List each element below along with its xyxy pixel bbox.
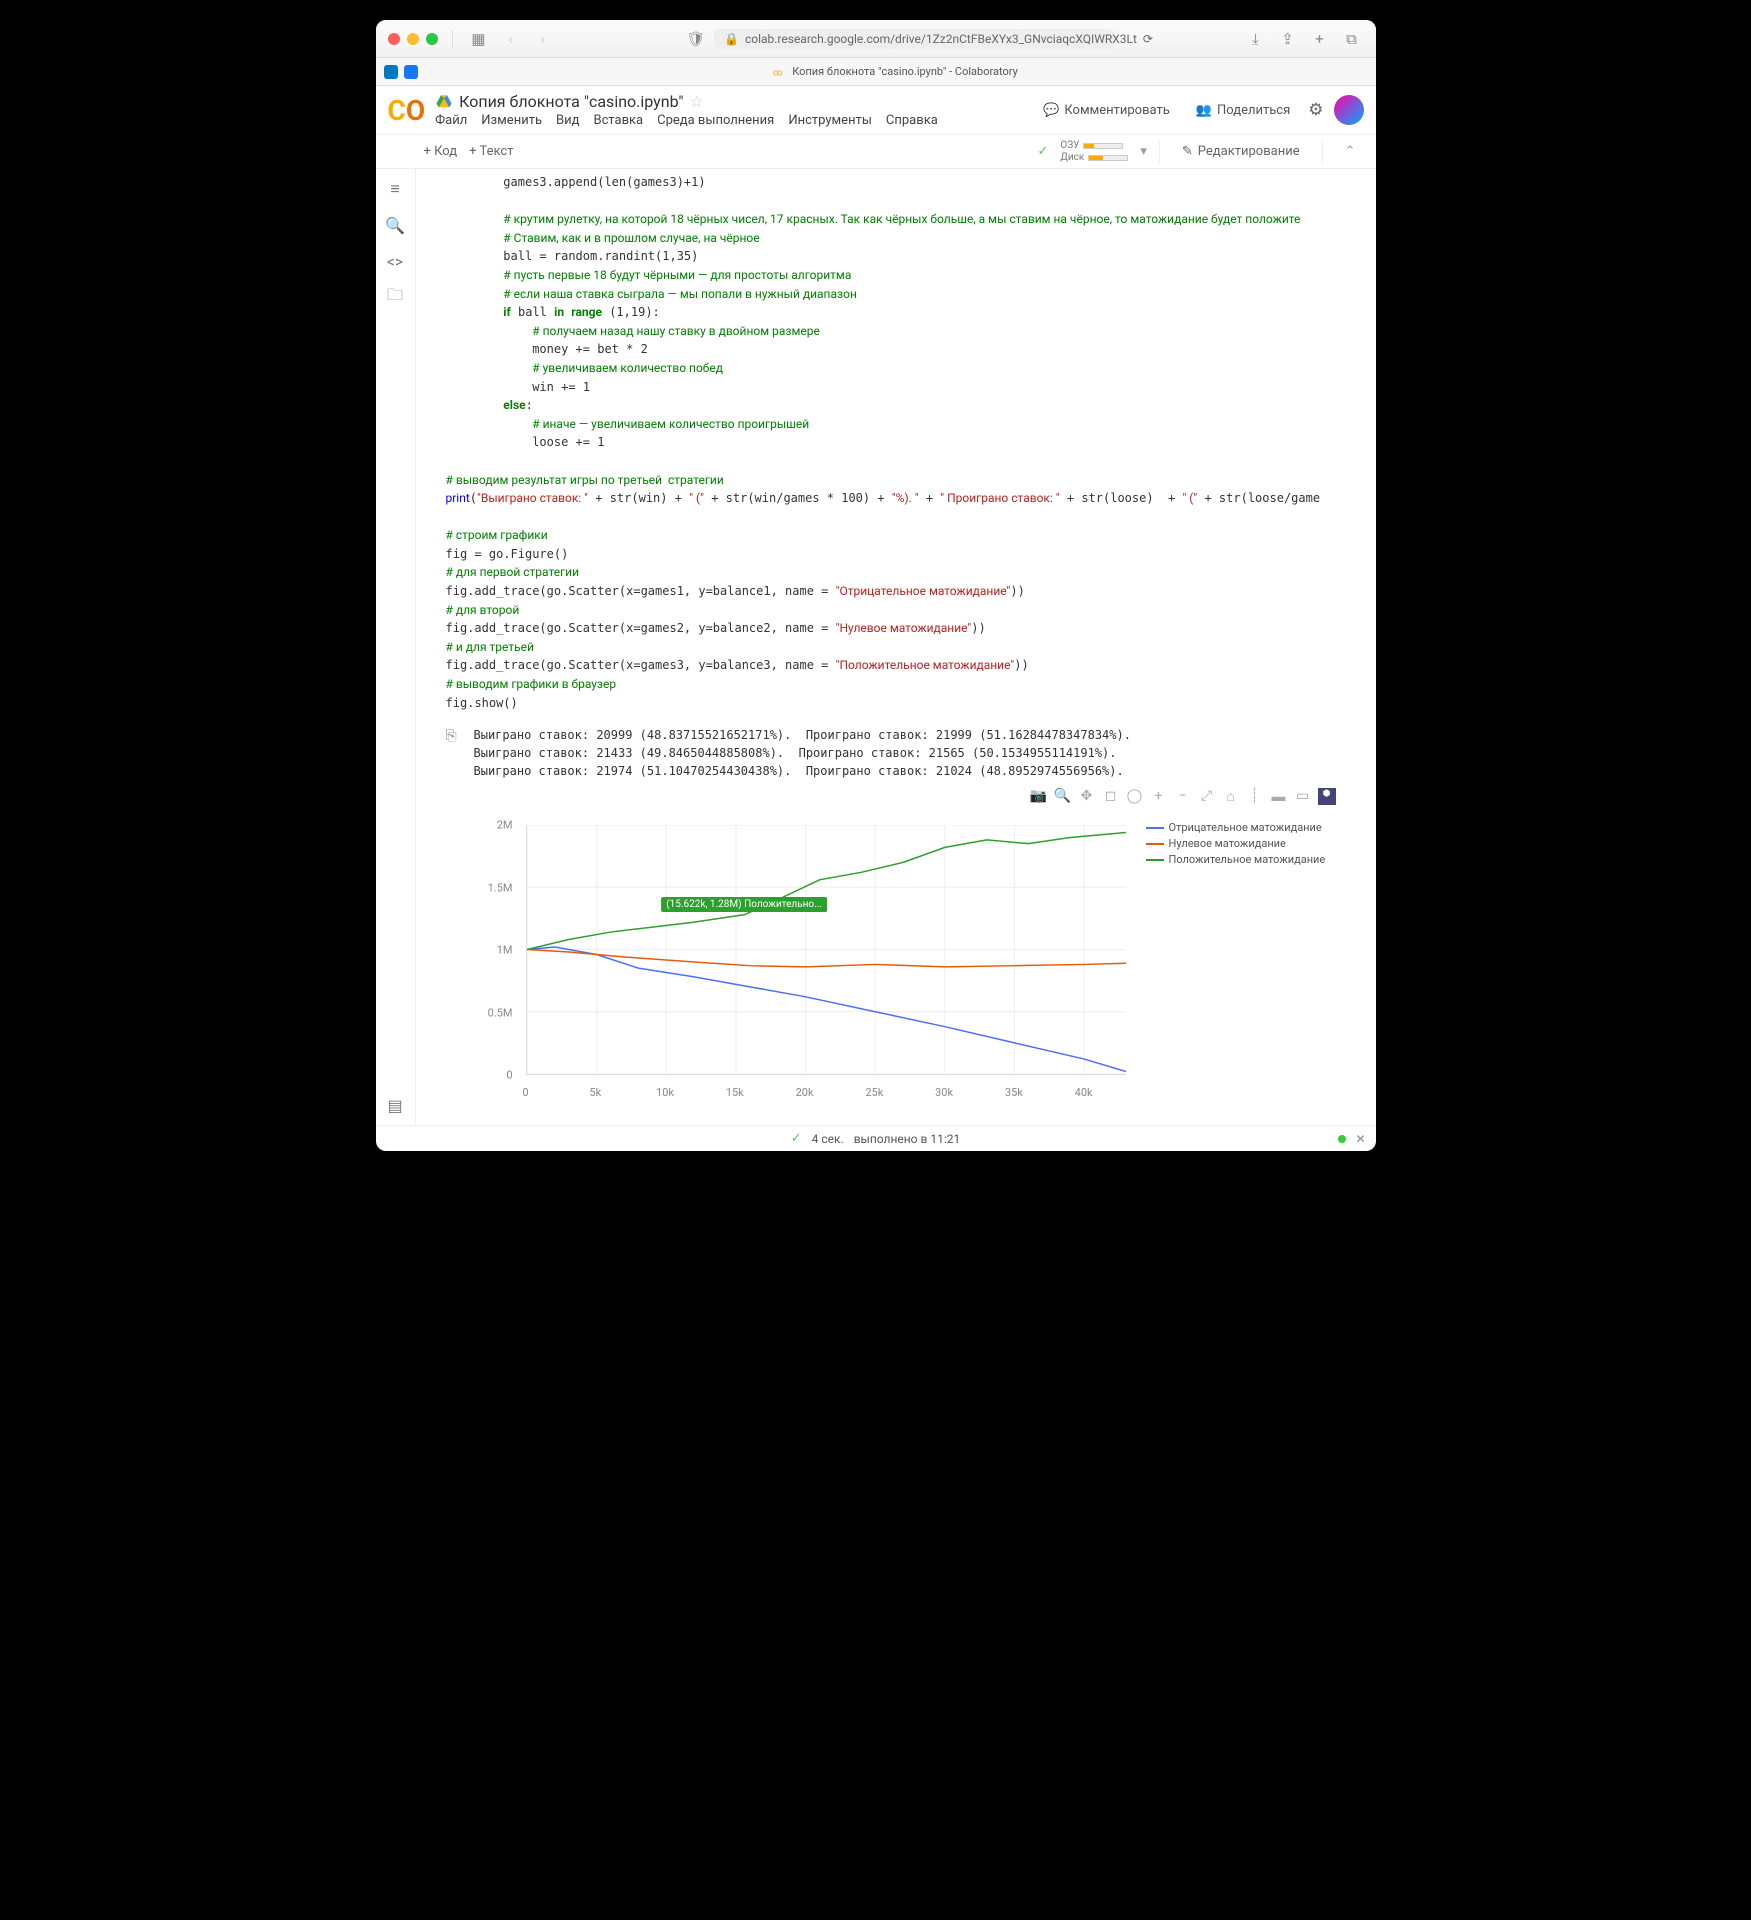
star-icon[interactable]: ☆	[689, 92, 703, 111]
settings-icon[interactable]: ⚙	[1308, 100, 1323, 120]
status-check-icon: ✓	[791, 1131, 802, 1146]
edit-mode-button[interactable]: ✎Редактирование	[1172, 140, 1310, 163]
user-avatar[interactable]	[1334, 95, 1364, 125]
autoscale-icon[interactable]: ⤢	[1198, 788, 1216, 805]
code-cell[interactable]: games3.append(len(games3)+1) # крутим ру…	[446, 173, 1376, 712]
menu-справка[interactable]: Справка	[886, 113, 938, 128]
url-bar[interactable]: 🔒 colab.research.google.com/drive/1Zz2nC…	[714, 29, 1114, 49]
zoomout-icon[interactable]: −	[1174, 788, 1192, 805]
output-icon[interactable]: ⎘	[446, 726, 466, 780]
zoomin-icon[interactable]: +	[1150, 788, 1168, 805]
people-icon: 👥	[1196, 103, 1212, 118]
document-title[interactable]: Копия блокнота "casino.ipynb"	[459, 92, 683, 111]
plotly-toolbar: 📷 🔍 ✥ ◻ ◯ + − ⤢ ⌂ ┊ ▬ ▭ ⬢	[416, 788, 1336, 805]
colab-logo-icon[interactable]: CO	[388, 94, 426, 127]
zoom-icon[interactable]: 🔍	[1054, 788, 1072, 805]
minimize-window-button[interactable]	[407, 33, 419, 45]
close-status-icon[interactable]: ✕	[1355, 1132, 1365, 1146]
colab-header: CO Копия блокнота "casino.ipynb" ☆ Файл И…	[376, 86, 1376, 135]
download-icon[interactable]: ⤓	[1244, 27, 1268, 51]
back-button[interactable]: ‹	[499, 27, 523, 51]
pan-icon[interactable]: ✥	[1078, 788, 1096, 805]
collapse-button[interactable]: ⌃	[1335, 140, 1366, 163]
menu-среда выполнения[interactable]: Среда выполнения	[657, 113, 774, 128]
status-bar: ✓ 4 сек. выполнено в 11:21 ✕	[376, 1125, 1376, 1151]
select-icon[interactable]: ◻	[1102, 788, 1120, 805]
maximize-window-button[interactable]	[426, 33, 438, 45]
url-text: colab.research.google.com/drive/1Zz2nCtF…	[745, 32, 1137, 46]
menu-инструменты[interactable]: Инструменты	[788, 113, 872, 128]
status-time: 4 сек.	[812, 1132, 844, 1146]
terminal-icon[interactable]: ▤	[385, 1095, 405, 1115]
shield-icon[interactable]: 🛡	[684, 27, 708, 51]
menu-вставка[interactable]: Вставка	[593, 113, 643, 128]
spike-icon[interactable]: ┊	[1246, 788, 1264, 805]
tab-bar: ∞ Копия блокнота "casino.ipynb" - Colabo…	[376, 58, 1376, 86]
hover-icon[interactable]: ▬	[1270, 788, 1288, 805]
plotly-logo-icon[interactable]: ⬢	[1318, 788, 1336, 805]
colab-toolbar: + Код + Текст ✓ ОЗУ Диск ▾ ✎Редактирован…	[376, 135, 1376, 169]
sidebar-toggle-icon[interactable]: ▦	[467, 27, 491, 51]
tabs-icon[interactable]: ⧉	[1340, 27, 1364, 51]
lock-icon: 🔒	[724, 32, 739, 46]
reset-icon[interactable]: ⌂	[1222, 788, 1240, 805]
lasso-icon[interactable]: ◯	[1126, 788, 1144, 805]
toc-icon[interactable]: ≡	[385, 179, 405, 199]
check-icon: ✓	[1037, 144, 1048, 159]
new-tab-icon[interactable]: +	[1308, 27, 1332, 51]
close-window-button[interactable]	[388, 33, 400, 45]
pinned-tab-2[interactable]	[404, 65, 418, 79]
chart-legend[interactable]: Отрицательное матожидание Нулевое матожид…	[1146, 815, 1326, 1105]
camera-icon[interactable]: 📷	[1030, 788, 1048, 805]
legend-item[interactable]: Отрицательное матожидание	[1146, 821, 1326, 834]
menu-изменить[interactable]: Изменить	[481, 113, 542, 128]
legend-item[interactable]: Положительное матожидание	[1146, 853, 1326, 866]
pinned-tab-1[interactable]	[384, 65, 398, 79]
kernel-status-icon[interactable]	[1338, 1135, 1346, 1143]
menu-вид[interactable]: Вид	[556, 113, 579, 128]
add-text-button[interactable]: + Текст	[469, 144, 513, 159]
output-cell: ⎘ Выиграно ставок: 20999 (48.83715521652…	[446, 726, 1376, 780]
forward-button[interactable]: ›	[531, 27, 555, 51]
add-code-button[interactable]: + Код	[424, 144, 458, 159]
svg-text:∞: ∞	[773, 67, 783, 78]
search-icon[interactable]: 🔍	[385, 215, 405, 235]
active-tab[interactable]: ∞ Копия блокнота "casino.ipynb" - Colabo…	[424, 65, 1368, 79]
chart[interactable]: 00.5M1M1.5M2M (15.622k, 1.28M) Положител…	[476, 815, 1356, 1105]
notebook-content: games3.append(len(games3)+1) # крутим ру…	[416, 169, 1376, 1125]
snippets-icon[interactable]: <>	[385, 251, 405, 271]
drive-icon	[435, 93, 453, 111]
files-icon[interactable]: 🗀	[385, 287, 405, 307]
share-button[interactable]: 👥Поделиться	[1188, 99, 1298, 122]
comment-button[interactable]: 💬Комментировать	[1035, 99, 1178, 122]
comment-icon: 💬	[1043, 103, 1059, 118]
browser-titlebar: ▦ ‹ › 🛡 🔒 colab.research.google.com/driv…	[376, 20, 1376, 58]
pencil-icon: ✎	[1182, 144, 1193, 159]
menu-файл[interactable]: Файл	[435, 113, 467, 128]
compare-icon[interactable]: ▭	[1294, 788, 1312, 805]
resource-indicator[interactable]: ОЗУ Диск	[1060, 140, 1128, 163]
legend-item[interactable]: Нулевое матожидание	[1146, 837, 1326, 850]
status-done: выполнено в 11:21	[854, 1132, 961, 1146]
output-text: Выиграно ставок: 20999 (48.8371552165217…	[474, 726, 1131, 780]
left-sidebar: ≡ 🔍 <> 🗀 ▤	[376, 169, 416, 1125]
reload-icon[interactable]: ⟳	[1143, 32, 1153, 46]
share-icon[interactable]: ⇪	[1276, 27, 1300, 51]
